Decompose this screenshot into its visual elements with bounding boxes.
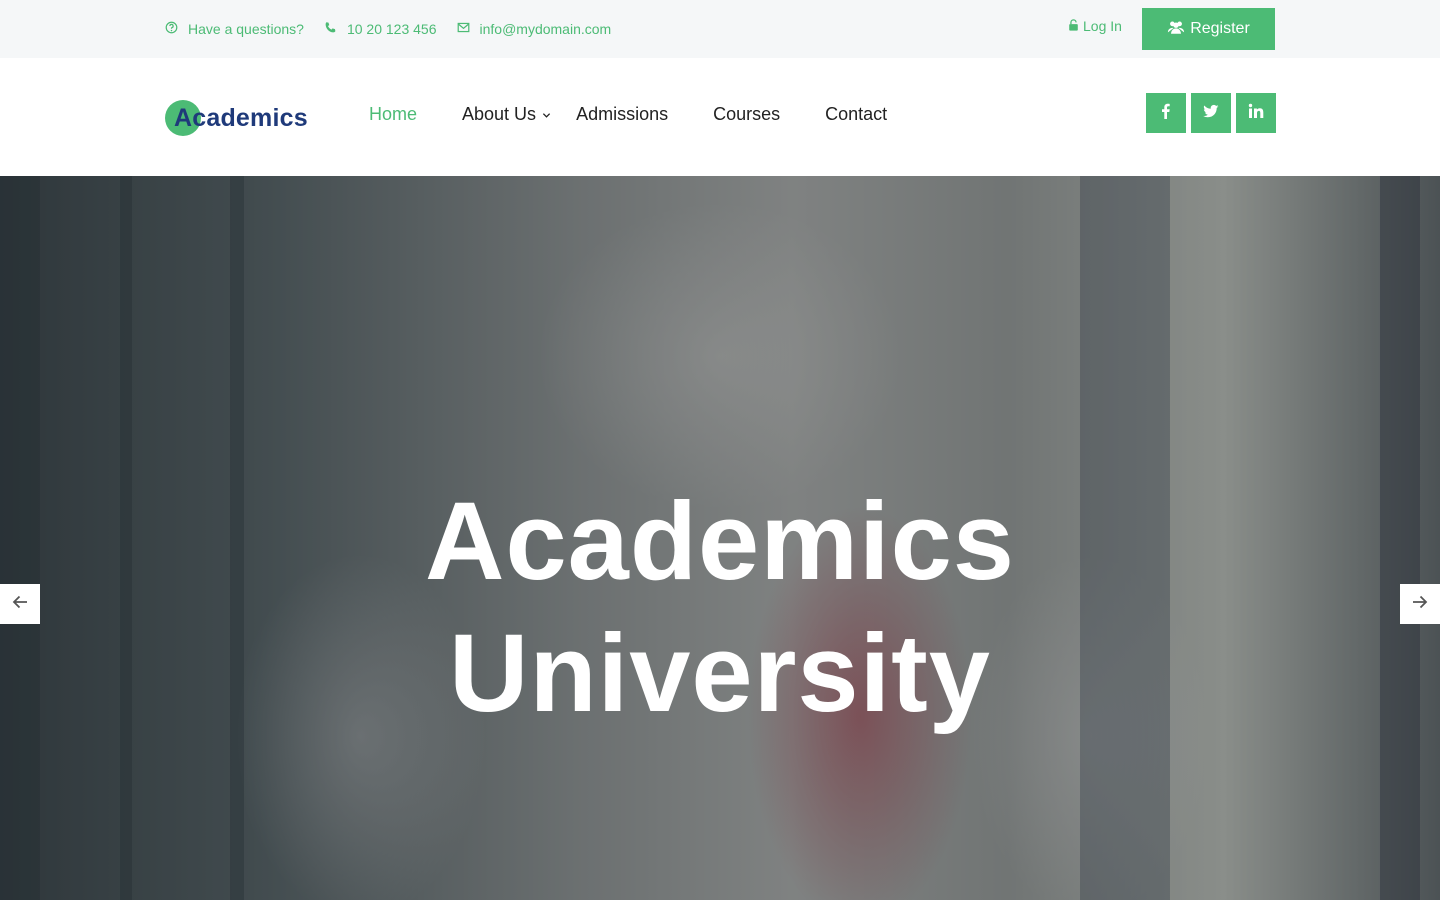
login-label: Log In xyxy=(1083,18,1122,34)
facebook-icon xyxy=(1158,103,1174,124)
twitter-icon xyxy=(1203,103,1219,124)
nav-courses[interactable]: Courses xyxy=(713,104,780,125)
nav-home[interactable]: Home xyxy=(369,104,417,125)
nav-about-us[interactable]: About Us xyxy=(462,104,551,125)
phone-number: 10 20 123 456 xyxy=(346,21,437,37)
top-bar: Have a questions? 10 20 123 456 info@myd… xyxy=(0,0,1440,58)
hero-title-line2: University xyxy=(449,612,991,735)
slider-next-button[interactable] xyxy=(1400,584,1440,624)
site-logo[interactable]: Academics xyxy=(165,100,308,136)
phone-icon xyxy=(324,21,337,37)
facebook-button[interactable] xyxy=(1146,93,1186,133)
main-nav: Home About Us Admissions Courses Contact xyxy=(369,104,887,125)
lock-icon xyxy=(1068,18,1079,34)
hero-slider: Academics University xyxy=(0,176,1440,900)
register-label: Register xyxy=(1190,20,1250,37)
logo-text: Academics xyxy=(174,103,308,132)
question-item[interactable]: Have a questions? xyxy=(165,21,304,37)
nav-admissions[interactable]: Admissions xyxy=(576,104,668,125)
question-circle-icon xyxy=(165,21,178,37)
hero-title: Academics University xyxy=(0,476,1440,740)
envelope-icon xyxy=(457,21,470,37)
hero-title-line1: Academics xyxy=(425,480,1015,603)
question-text: Have a questions? xyxy=(188,21,304,37)
arrow-left-icon xyxy=(11,593,29,616)
nav-contact[interactable]: Contact xyxy=(825,104,887,125)
nav-about-label: About Us xyxy=(462,104,537,124)
register-button[interactable]: Register xyxy=(1142,8,1275,50)
login-link[interactable]: Log In xyxy=(1068,18,1122,34)
social-links xyxy=(1146,93,1276,133)
linkedin-icon xyxy=(1248,103,1264,124)
main-header: Academics Home About Us Admissions Cours… xyxy=(0,58,1440,176)
users-icon xyxy=(1167,19,1185,40)
contact-info: Have a questions? 10 20 123 456 info@myd… xyxy=(165,0,611,58)
email-item[interactable]: info@mydomain.com xyxy=(457,21,612,37)
twitter-button[interactable] xyxy=(1191,93,1231,133)
email-address: info@mydomain.com xyxy=(479,21,612,37)
slider-prev-button[interactable] xyxy=(0,584,40,624)
linkedin-button[interactable] xyxy=(1236,93,1276,133)
chevron-down-icon xyxy=(542,104,551,125)
arrow-right-icon xyxy=(1411,593,1429,616)
phone-item[interactable]: 10 20 123 456 xyxy=(324,21,437,37)
